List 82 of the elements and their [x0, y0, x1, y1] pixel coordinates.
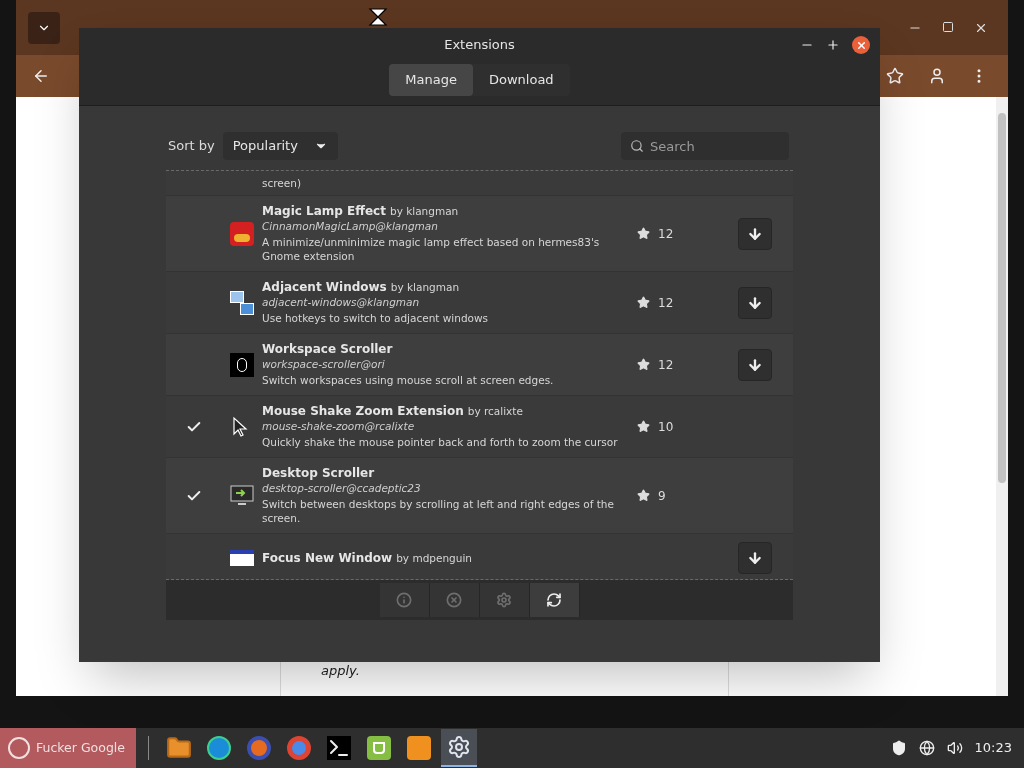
- download-button[interactable]: [738, 348, 772, 381]
- monitor-icon: [230, 484, 254, 507]
- extension-description: Switch workspaces using mouse scroll at screen edges.: [262, 373, 555, 387]
- extension-description: Quickly shake the mouse pointer back and forth to zoom the cursor: [262, 435, 619, 449]
- scrollbar[interactable]: [996, 97, 1008, 696]
- firefox-icon: [247, 736, 271, 760]
- extension-name: Workspace Scroller: [262, 342, 393, 357]
- extension-description: Switch between desktops by scrolling at left and right edges of the screen.: [262, 497, 615, 525]
- extension-author: by mdpenguin: [396, 550, 472, 566]
- page-text: apply.: [321, 661, 361, 680]
- extension-uuid: desktop-scroller@ccadeptic23: [262, 481, 422, 495]
- menu-button[interactable]: Fucker Google: [0, 728, 136, 768]
- download-icon: [747, 356, 763, 373]
- rating-count: 9: [658, 487, 666, 505]
- rating-count: 10: [658, 418, 674, 436]
- settings-icon: [447, 735, 471, 759]
- rating-count: 12: [658, 225, 674, 243]
- profile-icon[interactable]: [928, 67, 946, 85]
- download-button[interactable]: [738, 286, 772, 319]
- download-icon: [747, 225, 763, 242]
- lamp-icon: [230, 221, 254, 246]
- extension-name: Magic Lamp Effect: [262, 204, 386, 219]
- folder-icon: [166, 735, 192, 761]
- mouse-icon: [230, 352, 254, 377]
- download-icon: [747, 294, 763, 311]
- star-icon: [637, 227, 650, 240]
- mint-icon: [367, 736, 391, 760]
- clock[interactable]: 10:23: [974, 738, 1012, 758]
- extension-author: by rcalixte: [467, 404, 523, 419]
- maximize-icon[interactable]: [942, 20, 954, 33]
- refresh-icon: [546, 592, 562, 608]
- edge-icon: [207, 736, 231, 760]
- chrome-icon: [287, 736, 311, 760]
- close-button[interactable]: [852, 36, 870, 54]
- extension-uuid: mouse-shake-zoom@rcalixte: [262, 419, 416, 433]
- extension-name: Adjacent Windows: [262, 280, 387, 295]
- extension-uuid: workspace-scroller@ori: [262, 357, 386, 371]
- extension-name: Desktop Scroller: [262, 466, 375, 481]
- refresh-button[interactable]: [529, 583, 580, 617]
- maximize-icon[interactable]: [826, 38, 840, 52]
- bookmark-icon[interactable]: [886, 67, 904, 85]
- back-icon[interactable]: [32, 67, 50, 85]
- extension-uuid: CinnamonMagicLamp@klangman: [262, 219, 439, 233]
- sort-label: Sort by: [168, 137, 215, 156]
- star-icon: [637, 489, 650, 502]
- extension-description: Use hotkeys to switch to adjacent windows: [262, 311, 490, 325]
- remove-icon: [446, 592, 462, 608]
- extension-author: by klangman: [389, 204, 459, 219]
- terminal-icon: [327, 736, 351, 760]
- download-icon: [747, 550, 763, 566]
- download-button[interactable]: [738, 217, 772, 250]
- volume-icon[interactable]: [946, 740, 963, 756]
- star-icon: [637, 296, 650, 309]
- tab[interactable]: Manage: [389, 64, 473, 96]
- window-icon: [230, 550, 254, 566]
- gear-icon: [496, 592, 512, 608]
- window-title: Extensions: [444, 36, 515, 55]
- taskbar-app[interactable]: [441, 729, 477, 767]
- rating-count: 12: [658, 356, 674, 374]
- extension-name: Focus New Window: [262, 550, 393, 566]
- extension-uuid: adjacent-windows@klangman: [262, 295, 421, 309]
- extension-description: A minimize/unminimize magic lamp effect based on hermes83's Gnome extension: [262, 235, 601, 263]
- sort-dropdown[interactable]: Popularity: [222, 132, 338, 160]
- download-button[interactable]: [738, 542, 772, 574]
- star-icon: [637, 420, 650, 433]
- extension-author: by klangman: [390, 280, 460, 295]
- extension-row[interactable]: Desktop Scroller desktop-scroller@ccadeptic23 Switch between desktops by scrolling at left and right edges of the screen. 9: [166, 458, 793, 534]
- app-icon: [407, 736, 431, 760]
- search-field[interactable]: Search: [621, 132, 789, 160]
- rating-count: 12: [658, 294, 674, 312]
- close-icon: [855, 39, 867, 51]
- info-icon: [396, 592, 412, 608]
- extension-description: screen): [262, 176, 302, 190]
- star-icon: [637, 358, 650, 371]
- mint-logo-icon: [8, 737, 30, 759]
- extension-row[interactable]: Workspace Scroller workspace-scroller@ori Switch workspaces using mouse scroll at screen edges. 12: [166, 334, 793, 396]
- shield-icon[interactable]: [890, 740, 907, 756]
- windows-icon: [230, 290, 254, 315]
- network-icon[interactable]: [918, 740, 935, 756]
- tab[interactable]: Download: [473, 64, 570, 96]
- extension-row[interactable]: Magic Lamp Effect by klangman CinnamonMagicLamp@klangman A minimize/unminimize magic lamp effect based on hermes83's Gnome extension 12: [166, 196, 793, 272]
- extension-name: Mouse Shake Zoom Extension: [262, 404, 464, 419]
